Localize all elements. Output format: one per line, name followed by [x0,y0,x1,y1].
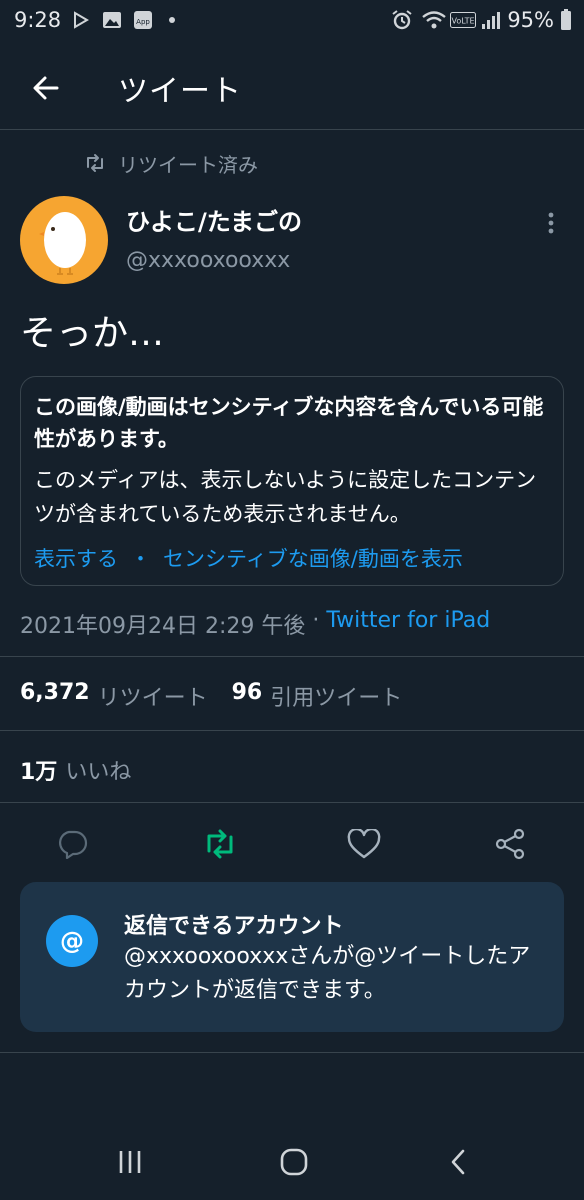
retweet-icon [207,829,233,859]
back-icon [451,1149,465,1175]
vertical-dots-icon [548,212,554,234]
play-store-icon [70,10,92,30]
reply-button[interactable] [50,822,94,866]
tweet-text: そっか… [20,313,165,354]
app-icon: App [132,10,154,30]
sensitive-actions: 表示する ・ センシティブな画像/動画を表示 [34,543,463,573]
home-button[interactable] [272,1142,316,1182]
separator-dot: ・ [130,547,151,571]
author-handle[interactable]: @xxxooxooxxx [126,248,290,273]
reply-restriction-notice: @ 返信できるアカウント @xxxooxooxxxさんが@ツイートしたアカウント… [20,882,564,1032]
svg-text:App: App [136,18,150,26]
retweets-count: 6,372 [20,680,90,705]
retweets-label: リツイート [97,686,208,711]
signal-icon [480,10,502,30]
retweeted-indicator: リツイート済み [84,150,258,177]
quotes-label: 引用ツイート [270,686,403,711]
quotes-stat[interactable]: 96 引用ツイート [232,680,403,712]
gallery-icon [100,10,124,30]
alarm-icon [390,10,414,30]
mention-icon: @ [46,915,98,967]
tweet-timestamp[interactable]: 2021年09月24日 2:29 午後 [20,608,305,640]
chick-egg-avatar-icon [39,212,86,275]
sensitive-warning-description: このメディアは、表示しないように設定したコンテンツが含まれているため表示されませ… [34,468,537,526]
back-button[interactable] [22,64,70,112]
reply-notice-title: 返信できるアカウント [124,914,344,939]
home-icon [280,1148,308,1176]
author-display-name[interactable]: ひよこ/たまごの [126,202,302,237]
divider [0,802,584,803]
like-button[interactable] [342,822,386,866]
dot-icon [166,10,178,30]
volte-icon: VoLTE [450,10,476,30]
likes-count: 1万 [20,760,58,785]
divider [0,1052,584,1053]
show-media-link[interactable]: 表示する [34,543,118,573]
wifi-icon [420,10,448,30]
share-button[interactable] [488,822,532,866]
engagement-stats: 6,372 リツイート 96 引用ツイート [20,680,402,712]
sensitive-media-warning: この画像/動画はセンシティブな内容を含んでいる可能性があります。 このメディアは… [20,376,564,586]
reply-notice-body: @xxxooxooxxxさんが@ツイートしたアカウントが返信できます。 [124,944,531,1003]
meta-separator: · [305,608,327,633]
tweet-meta: 2021年09月24日 2:29 午後 · Twitter for iPad [20,608,490,640]
share-icon [495,828,525,860]
retweets-stat[interactable]: 6,372 リツイート [20,680,208,712]
arrow-left-icon [33,76,59,100]
quotes-count: 96 [231,680,263,705]
battery-icon [558,9,574,30]
retweeted-label: リツイート済み [118,152,258,177]
status-time: 9:28 [14,8,62,32]
likes-label: いいね [65,760,132,785]
like-icon [347,829,381,859]
page-title: ツイート [118,74,242,109]
more-options-button[interactable] [538,206,564,240]
battery-percentage: 95% [507,8,554,32]
sensitive-warning-title: この画像/動画はセンシティブな内容を含んでいる可能性があります。 [34,395,544,451]
recent-apps-button[interactable] [108,1142,152,1182]
svg-text:VoLTE: VoLTE [451,17,474,26]
retweet-small-icon [87,154,103,172]
likes-stat[interactable]: 1万 いいね [20,754,131,786]
divider [0,656,584,657]
app-header: ツイート [0,44,584,130]
reply-icon [59,830,88,859]
tweet-source-link[interactable]: Twitter for iPad [326,608,490,640]
avatar[interactable] [20,196,108,284]
sensitive-settings-link[interactable]: センシティブな画像/動画を表示 [163,543,463,573]
status-bar: 9:28 App VoLTE 95% [0,0,584,44]
system-back-button[interactable] [436,1142,480,1182]
retweet-button[interactable] [198,822,242,866]
recent-apps-icon [119,1151,141,1173]
system-nav-bar [0,1120,584,1200]
divider [0,730,584,731]
